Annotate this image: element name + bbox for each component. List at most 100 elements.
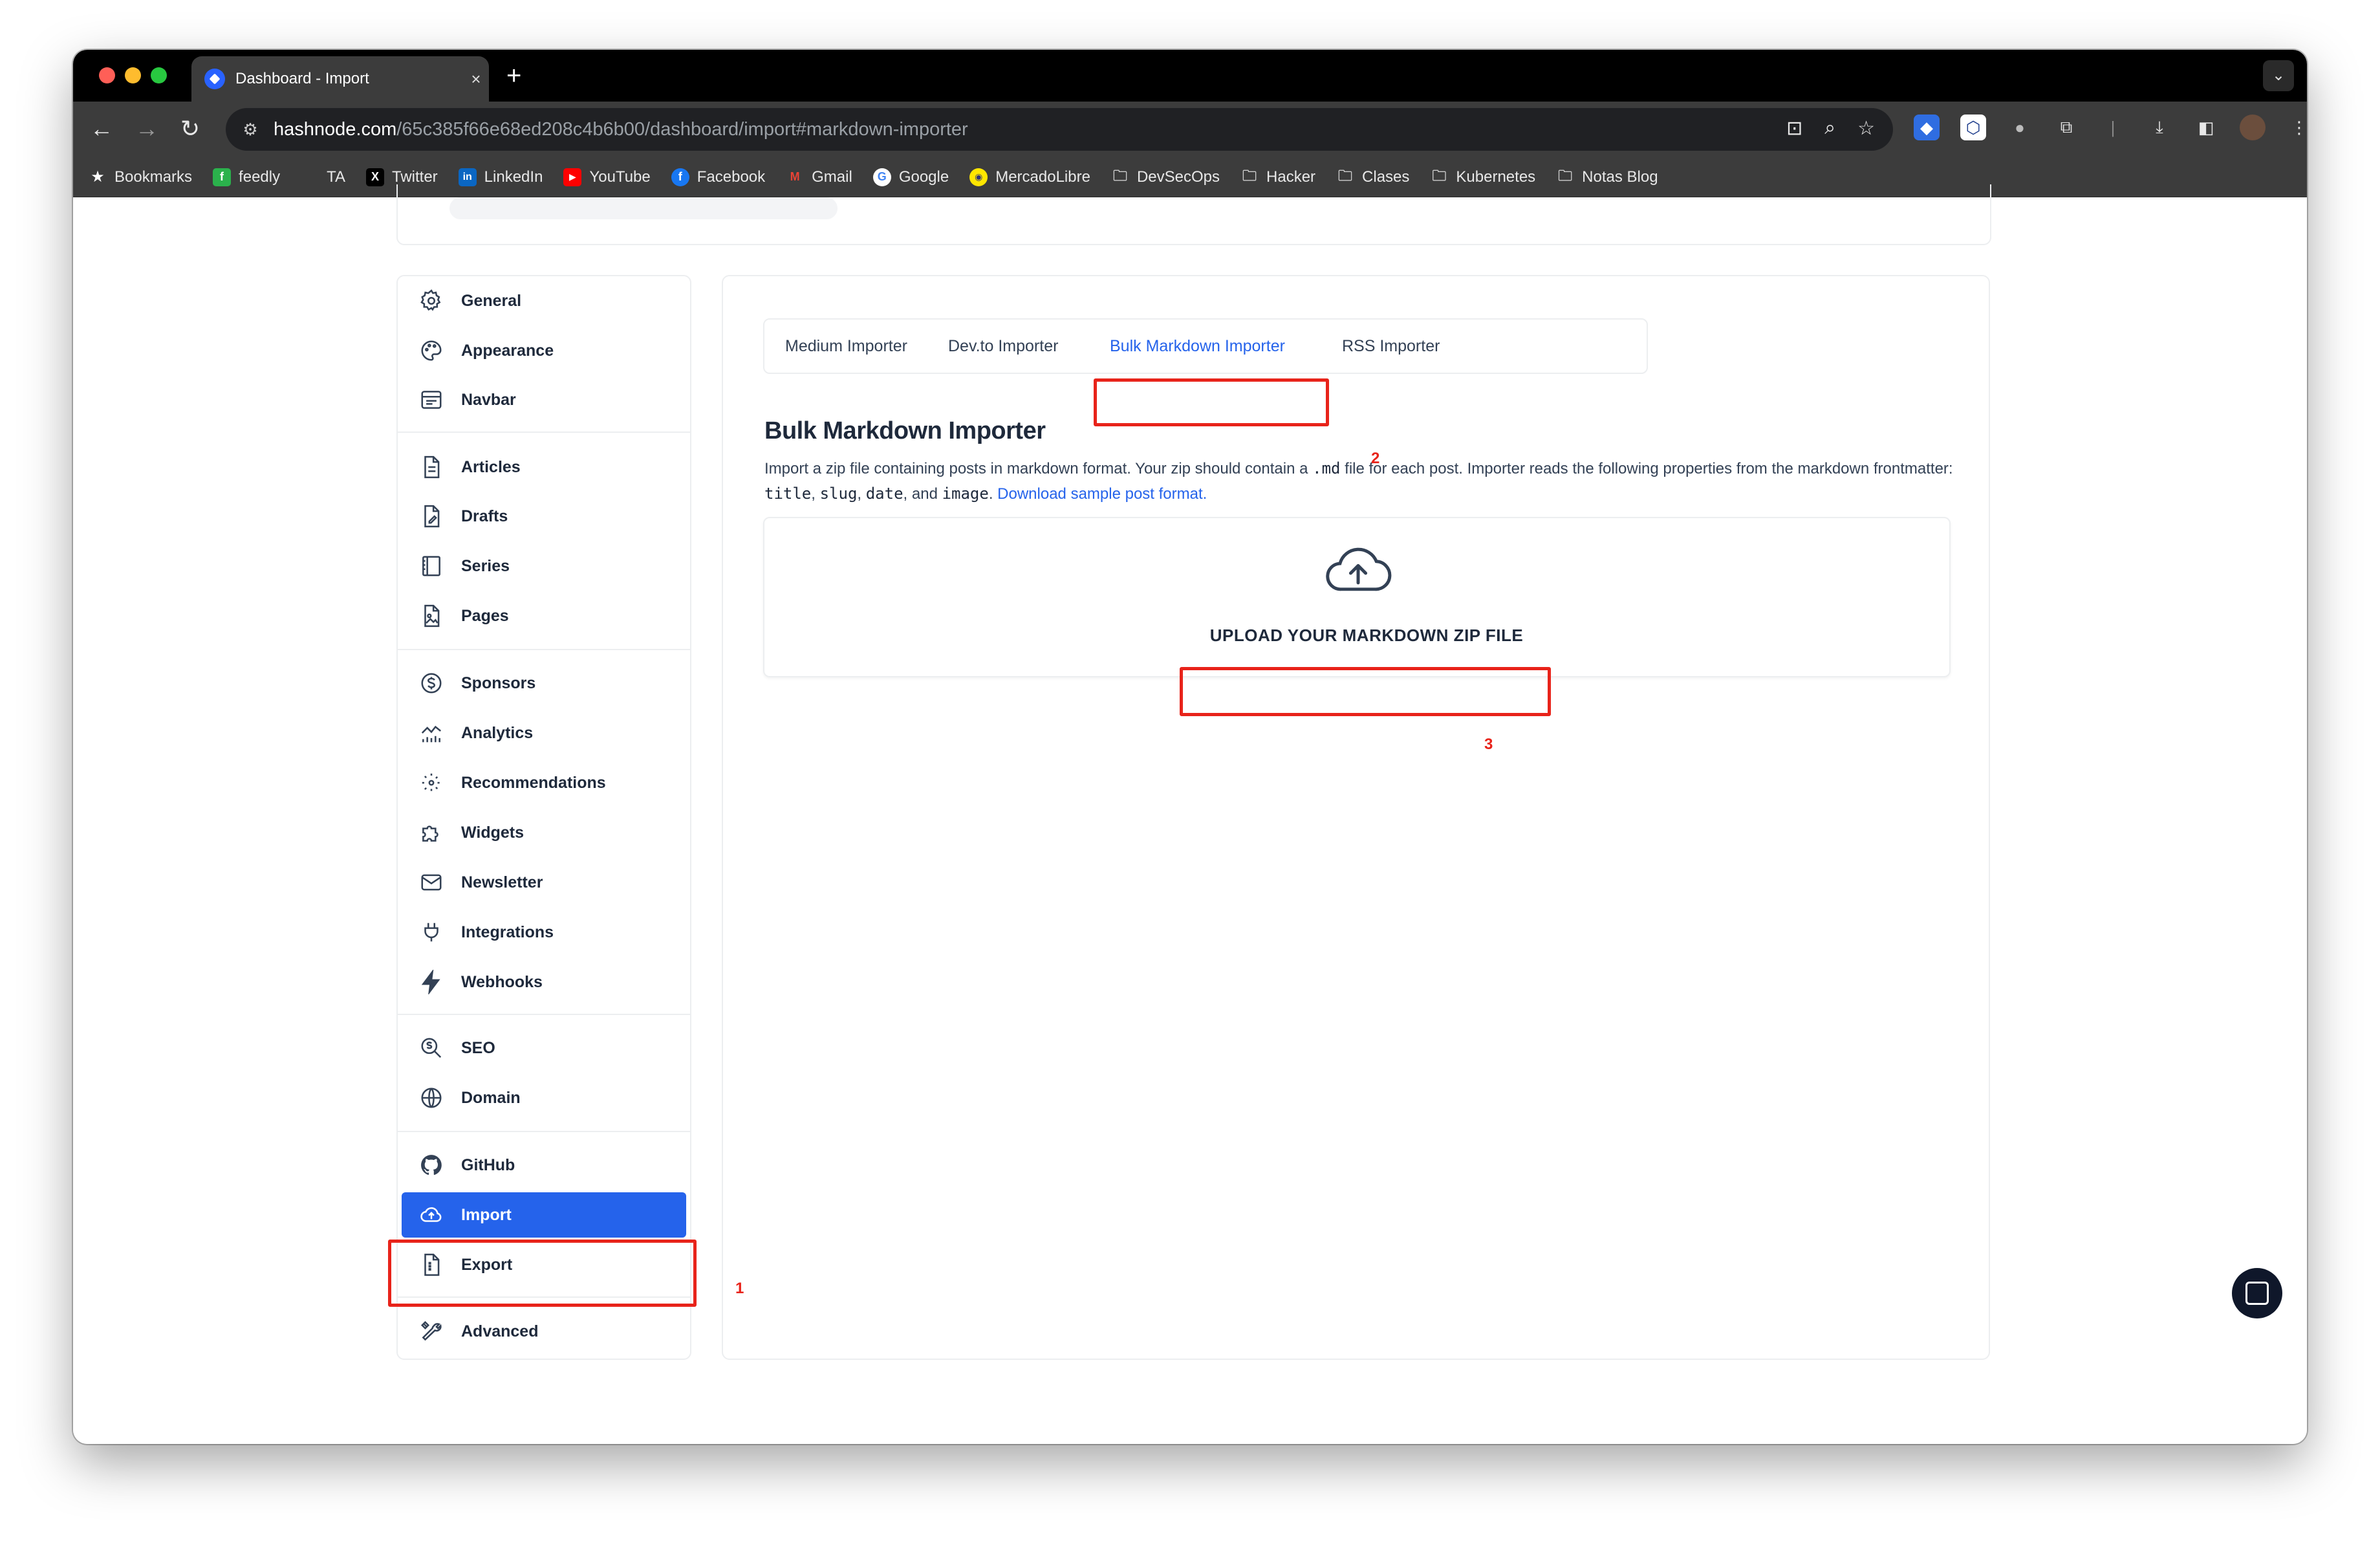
browser-window: Dashboard - Import × + ⌄ ← → ↻ ⚙ hashnod…	[73, 50, 2307, 1444]
bookmark-folder-kubernetes[interactable]: 🗀 Kubernetes	[1430, 168, 1535, 186]
chat-support-button[interactable]	[2232, 1268, 2282, 1318]
tab-devto-importer[interactable]: Dev.to Importer	[948, 320, 1058, 373]
tab-bulk-markdown-importer[interactable]: Bulk Markdown Importer	[1110, 320, 1285, 373]
sidebar-item-advanced[interactable]: Advanced	[398, 1309, 690, 1354]
cloud-upload-icon	[417, 1201, 446, 1229]
gear-icon	[417, 287, 446, 315]
sidebar-item-general[interactable]: General	[398, 278, 690, 323]
download-sample-link[interactable]: Download sample post format.	[997, 485, 1207, 503]
sidebar-item-widgets[interactable]: Widgets	[398, 810, 690, 855]
annotation-number-2: 2	[1371, 450, 1380, 467]
bookmark-folder-hacker[interactable]: 🗀 Hacker	[1240, 168, 1315, 186]
header-card-pill	[449, 197, 838, 219]
tab-title: Dashboard - Import	[235, 70, 369, 87]
bookmark-feedly[interactable]: f feedly	[213, 168, 280, 186]
bookmark-bookmarks[interactable]: ★ Bookmarks	[89, 168, 192, 186]
install-app-icon[interactable]: ⊡	[1786, 117, 1802, 140]
zoom-icon[interactable]: ⌕	[1824, 117, 1835, 140]
sidebar-item-drafts[interactable]: Drafts	[398, 494, 690, 539]
toolbar-separator: |	[2110, 117, 2115, 137]
bookmark-mercadolibre[interactable]: ◉ MercadoLibre	[969, 168, 1090, 186]
sidebar-item-recommendations[interactable]: Recommendations	[398, 760, 690, 805]
sidebar-item-analytics[interactable]: Analytics	[398, 710, 690, 756]
sidebar-item-github[interactable]: GitHub	[398, 1142, 690, 1188]
sidebar-item-articles[interactable]: Articles	[398, 444, 690, 490]
globe-icon	[417, 1084, 446, 1112]
sidebar-item-import[interactable]: Import	[402, 1192, 686, 1238]
sidebar-item-webhooks[interactable]: Webhooks	[398, 959, 690, 1005]
bookmark-folder-devsecops[interactable]: 🗀 DevSecOps	[1111, 168, 1220, 186]
bookmark-google[interactable]: G Google	[872, 168, 949, 186]
sidebar-item-appearance[interactable]: Appearance	[398, 328, 690, 373]
star-icon: ★	[91, 168, 105, 186]
feedly-icon: f	[213, 168, 232, 186]
tab-medium-importer[interactable]: Medium Importer	[785, 320, 907, 373]
x-icon: X	[365, 168, 384, 186]
header-card	[396, 184, 1991, 245]
annotation-box-2	[1094, 378, 1329, 426]
recommend-icon	[417, 769, 446, 797]
browser-tab-active[interactable]: Dashboard - Import ×	[191, 56, 489, 102]
extensions-puzzle-icon[interactable]: ⧉	[2053, 115, 2079, 140]
title-bar: Dashboard - Import × + ⌄	[73, 50, 2307, 102]
bookmark-ta[interactable]: TA	[327, 168, 345, 186]
maximize-window-button[interactable]	[151, 67, 167, 83]
section-title: Bulk Markdown Importer	[764, 417, 1046, 444]
bookmark-youtube[interactable]: ▶ YouTube	[563, 168, 651, 186]
bitwarden-extension-icon[interactable]: ◆	[1914, 115, 1940, 140]
bookmark-folder-notas-blog[interactable]: 🗀 Notas Blog	[1556, 168, 1658, 186]
bookmark-twitter[interactable]: X Twitter	[365, 168, 438, 186]
sidebar-item-seo[interactable]: SEO	[398, 1025, 690, 1071]
bookmark-facebook[interactable]: f Facebook	[671, 168, 765, 186]
url-path: /65c385f66e68ed208c4b6b00/dashboard/impo…	[396, 118, 968, 140]
sidebar-item-pages[interactable]: Pages	[398, 593, 690, 639]
folder-icon: 🗀	[1242, 167, 1257, 184]
extension-circle-icon[interactable]: ●	[2007, 115, 2033, 140]
cloud-upload-icon	[1326, 547, 1392, 591]
new-tab-button[interactable]: +	[506, 60, 521, 91]
upload-zip-button[interactable]: UPLOAD YOUR MARKDOWN ZIP FILE	[1184, 613, 1550, 658]
upload-dropzone[interactable]: UPLOAD YOUR MARKDOWN ZIP FILE	[763, 517, 1951, 677]
sidebar-item-navbar[interactable]: Navbar	[398, 377, 690, 422]
sidebar-item-sponsors[interactable]: Sponsors	[398, 661, 690, 706]
annotation-box-1	[388, 1240, 697, 1307]
annotation-number-1: 1	[735, 1280, 744, 1297]
tab-close-icon[interactable]: ×	[463, 69, 489, 89]
puzzle-icon	[417, 818, 446, 847]
browser-toolbar: ← → ↻ ⚙ hashnode.com/65c385f66e68ed208c4…	[73, 102, 2307, 157]
bookmark-linkedin[interactable]: in LinkedIn	[458, 168, 543, 186]
settings-sidebar: General Appearance Navbar Articles Draft…	[396, 275, 691, 1360]
sidebar-item-series[interactable]: Series	[398, 543, 690, 589]
tab-search-chevron-icon[interactable]: ⌄	[2263, 60, 2294, 91]
back-arrow-icon[interactable]: ←	[90, 115, 113, 143]
close-window-button[interactable]	[99, 67, 115, 83]
sidebar-item-newsletter[interactable]: Newsletter	[398, 860, 690, 905]
navbar-icon	[417, 386, 446, 414]
sidebar-divider	[398, 432, 690, 433]
importer-tabs: Medium Importer Dev.to Importer Bulk Mar…	[763, 318, 1648, 374]
forward-arrow-icon[interactable]: →	[135, 115, 158, 143]
bookmark-folder-clases[interactable]: 🗀 Clases	[1336, 168, 1409, 186]
side-panel-icon[interactable]: ◧	[2193, 115, 2219, 140]
google-icon: G	[872, 168, 891, 186]
reload-icon[interactable]: ↻	[180, 115, 200, 143]
site-settings-icon[interactable]: ⚙	[239, 118, 262, 141]
book-icon	[417, 552, 446, 580]
menu-kebab-icon[interactable]: ⋮	[2286, 115, 2307, 140]
annotation-box-3	[1180, 667, 1551, 716]
downloads-icon[interactable]: ⤓	[2147, 115, 2172, 140]
bookmark-star-icon[interactable]: ☆	[1857, 117, 1875, 140]
sidebar-item-domain[interactable]: Domain	[398, 1075, 690, 1120]
tab-rss-importer[interactable]: RSS Importer	[1342, 320, 1440, 373]
minimize-window-button[interactable]	[125, 67, 141, 83]
profile-avatar[interactable]	[2240, 115, 2266, 140]
hashnode-favicon-icon	[204, 69, 225, 89]
chart-icon	[417, 719, 446, 747]
extension-shield-icon[interactable]: ⬡	[1960, 115, 1986, 140]
address-bar[interactable]: ⚙ hashnode.com/65c385f66e68ed208c4b6b00/…	[226, 108, 1893, 151]
sidebar-item-integrations[interactable]: Integrations	[398, 910, 690, 955]
bookmark-gmail[interactable]: M Gmail	[786, 168, 852, 186]
annotation-number-3: 3	[1484, 736, 1493, 753]
page-icon	[417, 602, 446, 630]
draft-icon	[417, 502, 446, 530]
